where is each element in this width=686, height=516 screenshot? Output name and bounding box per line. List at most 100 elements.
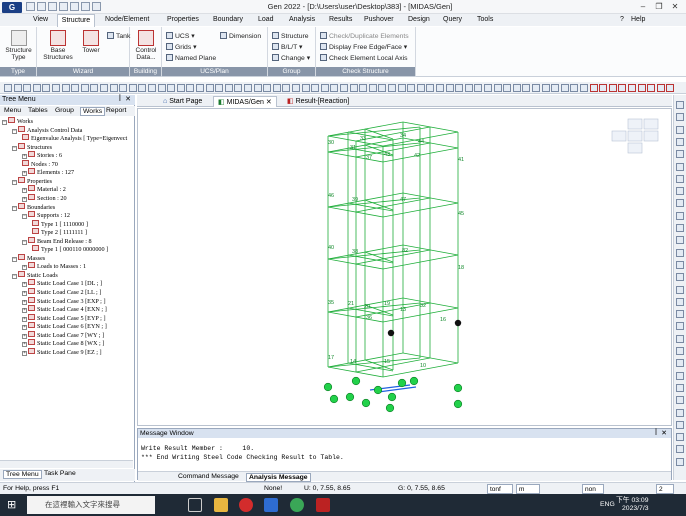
toolbar-tool-icon[interactable] [4, 84, 12, 92]
taskbar-search-input[interactable]: 在這裡輸入文字來搜尋 [27, 496, 155, 514]
toolbar-tool-icon[interactable] [61, 84, 70, 92]
expand-icon[interactable]: + [22, 188, 27, 194]
pin-icon[interactable]: ꟾ [655, 429, 657, 438]
toolbar-tool-icon[interactable] [359, 84, 368, 92]
view-tool-icon[interactable] [676, 137, 684, 146]
print-icon[interactable] [70, 2, 79, 11]
tree-tab-group[interactable]: Group [55, 107, 74, 114]
close-icon[interactable]: ✕ [125, 95, 131, 105]
support-node[interactable] [323, 382, 333, 392]
force-unit-select[interactable]: tonf [487, 484, 513, 494]
support-node[interactable] [329, 394, 339, 404]
outlook-icon[interactable] [264, 498, 278, 512]
expand-icon[interactable]: + [22, 265, 27, 271]
tab-boundary[interactable]: Boundary [213, 16, 243, 23]
view-tool-icon[interactable] [676, 150, 684, 159]
task-view-icon[interactable] [188, 498, 202, 512]
view-tool-icon[interactable] [676, 101, 684, 109]
support-node[interactable] [361, 398, 371, 408]
tree-node[interactable]: + Static Load Case 3 [EXP ; ] [22, 296, 106, 305]
toolbar-tool-icon[interactable] [589, 84, 598, 92]
tab-pushover[interactable]: Pushover [364, 16, 394, 23]
view-tool-icon[interactable] [676, 297, 684, 306]
toolbar-tool-icon[interactable] [484, 84, 492, 92]
toolbar-tool-icon[interactable] [205, 84, 214, 92]
toolbar-tool-icon[interactable] [186, 84, 195, 92]
tab-result-reaction[interactable]: ◧ Result-[Reaction] [283, 96, 353, 107]
tree-node[interactable]: + Static Load Case 7 [WY ; ] [22, 330, 104, 339]
support-node[interactable] [397, 378, 407, 388]
collapse-icon[interactable]: − [12, 205, 17, 211]
tree-node[interactable]: − Analysis Control Data [12, 125, 82, 134]
grids-dropdown[interactable]: Grids ▾ [166, 43, 197, 51]
toolbar-tool-icon[interactable] [464, 84, 473, 92]
windows-start-icon[interactable]: ⊞ [7, 499, 19, 511]
tree-node[interactable]: − Beam End Release : 8 [22, 236, 92, 245]
expand-icon[interactable]: + [22, 350, 27, 356]
view-tool-icon[interactable] [676, 260, 684, 269]
toolbar-tool-icon[interactable] [52, 84, 60, 92]
tree-node[interactable]: + Static Load Case 5 [EYP ; ] [22, 313, 106, 322]
toolbar-tool-icon[interactable] [148, 84, 156, 92]
tree-tab-works[interactable]: Works [80, 107, 106, 116]
support-node[interactable] [345, 392, 355, 402]
save-icon[interactable] [48, 2, 57, 11]
tab-tools[interactable]: Tools [477, 16, 493, 23]
display-option-select[interactable]: non [582, 484, 604, 494]
expand-icon[interactable]: + [22, 299, 27, 305]
tree-node[interactable]: + Material : 2 [22, 185, 66, 194]
dimension-button[interactable]: Dimension [220, 32, 261, 40]
support-node[interactable] [373, 385, 383, 395]
view-cube-icon[interactable] [611, 118, 659, 154]
collapse-icon[interactable]: − [22, 214, 27, 220]
chrome-icon[interactable] [290, 498, 304, 512]
tree-node[interactable]: + Static Load Case 2 [LL ; ] [22, 288, 101, 296]
restore-button[interactable]: ❐ [652, 1, 666, 13]
toolbar-tool-icon[interactable] [397, 84, 406, 92]
model-viewport[interactable]: 30 33 31 44 34 37 43 42 41 46 39 47 45 40 38 82 18 21 19 32… [137, 108, 672, 426]
toolbar-tool-icon[interactable] [320, 84, 329, 92]
collapse-icon[interactable]: − [12, 145, 17, 151]
app-logo[interactable]: G [2, 2, 22, 13]
toolbar-tool-icon[interactable] [532, 84, 540, 92]
selected-node[interactable] [387, 329, 395, 337]
tab-design[interactable]: Design [408, 16, 430, 23]
toolbar-tool-icon[interactable] [330, 84, 339, 92]
view-tool-icon[interactable] [676, 273, 684, 282]
toolbar-tool-icon[interactable] [340, 84, 348, 92]
collapse-icon[interactable]: − [12, 179, 17, 185]
named-plane-button[interactable]: Named Plane [166, 54, 216, 62]
print-preview-icon[interactable] [81, 2, 90, 11]
help-menu[interactable]: Help [631, 16, 645, 23]
tree-node[interactable]: + Stories : 6 [22, 151, 62, 160]
tree-node[interactable]: Type 1 [ 1110000 ] [32, 219, 88, 228]
structure-model[interactable]: 30 33 31 44 34 37 43 42 41 46 39 47 45 40 38 82 18 21 19 32… [138, 109, 671, 425]
toolbar-tool-icon[interactable] [109, 84, 118, 92]
tab-properties[interactable]: Properties [167, 16, 199, 23]
view-tool-icon[interactable] [676, 445, 684, 454]
length-unit-select[interactable]: m [516, 484, 540, 494]
toolbar-tool-icon[interactable] [42, 84, 51, 92]
close-tab-icon[interactable]: ✕ [266, 99, 272, 106]
toolbar-tool-icon[interactable] [541, 84, 550, 92]
task-pane-bottom-tab[interactable]: Task Pane [44, 470, 76, 477]
support-node[interactable] [385, 403, 395, 413]
toolbar-tool-icon[interactable] [157, 84, 166, 92]
toolbar-tool-icon[interactable] [23, 84, 32, 92]
view-tool-icon[interactable] [676, 322, 684, 331]
new-file-icon[interactable] [26, 2, 35, 11]
toolbar-tool-icon[interactable] [176, 84, 185, 92]
tab-results[interactable]: Results [329, 16, 352, 23]
tree-node[interactable]: + Static Load Case 8 [WX ; ] [22, 339, 104, 348]
view-tool-icon[interactable] [676, 162, 684, 171]
view-tool-icon[interactable] [676, 334, 684, 343]
toolbar-tool-icon[interactable] [167, 84, 176, 92]
toolbar-tool-icon[interactable] [253, 84, 262, 92]
frame-member[interactable] [347, 202, 394, 212]
tab-analysis-message[interactable]: Analysis Message [246, 473, 311, 482]
toolbar-tool-icon[interactable] [263, 84, 272, 92]
toolbar-tool-icon[interactable] [455, 84, 464, 92]
check-element-local-axis-button[interactable]: Check Element Local Axis [320, 54, 408, 62]
tree-node[interactable]: − Static Loads [12, 270, 58, 279]
tree-tab-tables[interactable]: Tables [28, 107, 48, 114]
